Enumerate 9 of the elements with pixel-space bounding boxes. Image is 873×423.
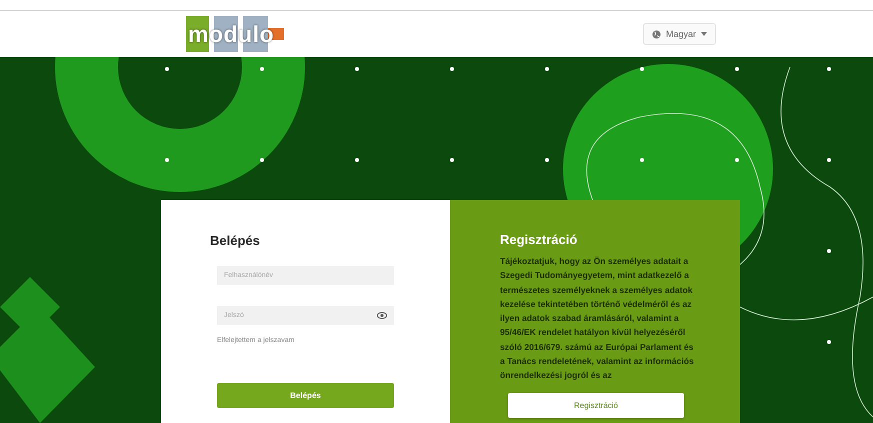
privacy-notice: Tájékoztatjuk, hogy az Ön személyes adatait a Szegedi Tudományegyetem, mint adatkezelő a természetes személyeknek a személyes adatok kezelése tekintetében történő védelméről és az ilyen adatok szabad áramlásáról, valamint a 95/46/EK rendelet hatályon kívül helyezéséről szóló 2016/679. számú az Európai Parlament és a Tanács rendeletének, valamint az információs önrendelkezési jogról és az (500, 255, 695, 382)
globe-icon (652, 30, 661, 38)
language-dropdown[interactable]: Magyar (642, 23, 716, 45)
login-button[interactable]: Belépés (217, 383, 394, 408)
registration-button[interactable]: Regisztráció (508, 393, 684, 418)
login-title: Belépés (210, 233, 261, 248)
registration-title: Regisztráció (500, 232, 578, 247)
eye-icon[interactable] (377, 312, 387, 319)
caret-icon (701, 32, 707, 36)
